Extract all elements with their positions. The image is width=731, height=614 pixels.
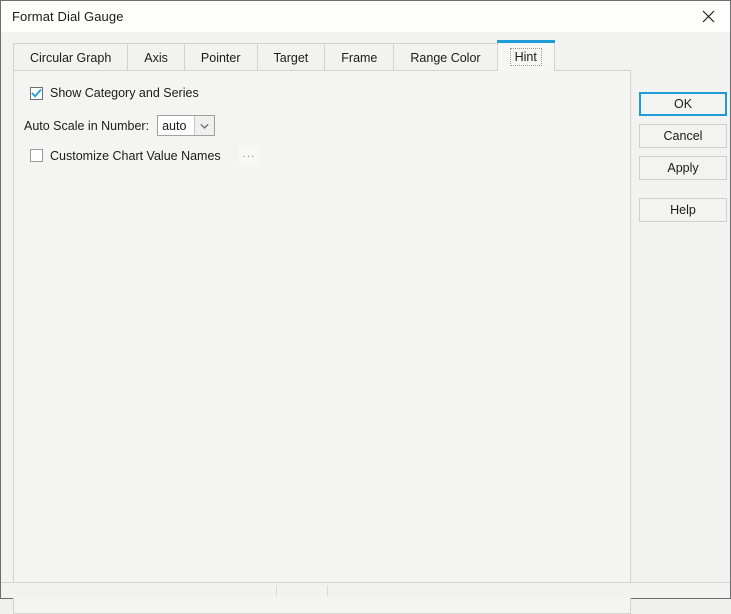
show-category-and-series-row: Show Category and Series (30, 86, 199, 100)
tab-label: Range Color (410, 50, 481, 65)
auto-scale-row: Auto Scale in Number: auto (24, 115, 216, 136)
tab-pointer[interactable]: Pointer (183, 43, 258, 71)
hint-tab-panel: Show Category and Series Auto Scale in N… (13, 70, 631, 614)
close-button[interactable] (686, 1, 730, 32)
format-dial-gauge-dialog: Format Dial Gauge Circular Graph Axis Po… (0, 0, 731, 614)
close-icon (702, 10, 715, 23)
tab-label: Frame (341, 50, 378, 65)
ok-button[interactable]: OK (639, 92, 727, 116)
tab-label: Target (273, 50, 309, 65)
apply-button[interactable]: Apply (639, 156, 727, 180)
chevron-down-icon[interactable] (194, 116, 215, 135)
auto-scale-value: auto (162, 118, 187, 133)
status-separator (276, 585, 277, 596)
dialog-body: Circular Graph Axis Pointer Target Frame… (1, 32, 730, 614)
tab-range-color[interactable]: Range Color (393, 43, 498, 71)
show-category-and-series-checkbox[interactable] (30, 86, 43, 100)
auto-scale-select[interactable]: auto (157, 115, 216, 136)
status-separator (327, 585, 328, 596)
dialog-button-column: OK Cancel Apply Help (639, 92, 727, 230)
tab-label: Axis (144, 50, 168, 65)
window-title: Format Dial Gauge (12, 9, 124, 24)
tab-label: Circular Graph (30, 50, 112, 65)
customize-chart-value-names-label[interactable]: Customize Chart Value Names (50, 149, 221, 163)
customize-chart-value-names-checkbox[interactable] (30, 149, 43, 162)
tab-label: Pointer (200, 50, 241, 65)
tab-label: Hint (509, 48, 542, 66)
tab-hint[interactable]: Hint (496, 40, 556, 71)
title-bar: Format Dial Gauge (1, 1, 730, 32)
auto-scale-label: Auto Scale in Number: (24, 118, 150, 133)
tab-axis[interactable]: Axis (127, 43, 185, 71)
customize-chart-value-names-row: Customize Chart Value Names ... (30, 145, 260, 166)
cancel-button[interactable]: Cancel (639, 124, 727, 148)
tab-strip: Circular Graph Axis Pointer Target Frame… (13, 40, 631, 71)
checkmark-icon (31, 88, 42, 98)
status-bar (1, 582, 730, 598)
customize-chart-value-names-browse-button[interactable]: ... (238, 145, 260, 166)
tab-frame[interactable]: Frame (324, 43, 395, 71)
help-button[interactable]: Help (639, 198, 727, 222)
show-category-and-series-label[interactable]: Show Category and Series (50, 86, 199, 100)
tab-circular-graph[interactable]: Circular Graph (13, 43, 129, 71)
tab-target[interactable]: Target (256, 43, 326, 71)
